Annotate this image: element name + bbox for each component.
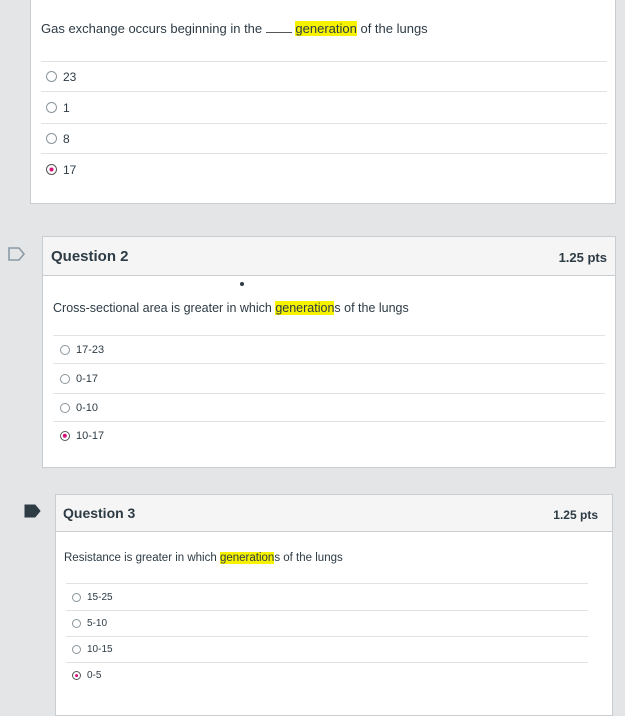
answer-option-0-10[interactable]: 0-10	[53, 393, 605, 421]
radio-button-selected[interactable]	[46, 164, 57, 175]
radio-button[interactable]	[46, 71, 57, 82]
answer-label: 8	[63, 131, 70, 146]
answer-label: 0-17	[76, 372, 99, 385]
highlighted-text: generation	[295, 21, 357, 36]
question-1-text: Gas exchange occurs beginning in the gen…	[41, 21, 428, 36]
answer-option-10-15[interactable]: 10-15	[66, 636, 588, 662]
answer-option-23[interactable]: 23	[41, 61, 607, 91]
question-title: Question 3	[63, 505, 136, 521]
fill-blank	[265, 32, 292, 33]
radio-button[interactable]	[72, 645, 81, 654]
question-title: Question 2	[51, 248, 129, 265]
flag-outline-icon[interactable]	[8, 247, 26, 261]
question-3-header	[56, 495, 612, 532]
answer-option-0-17[interactable]: 0-17	[53, 363, 605, 393]
question-3-card: Question 3 1.25 pts Resistance is greate…	[55, 494, 613, 716]
radio-button[interactable]	[46, 133, 57, 144]
answer-option-15-25[interactable]: 15-25	[66, 583, 588, 610]
highlighted-text: generation	[275, 301, 335, 315]
flag-filled-icon[interactable]	[24, 504, 42, 518]
question-3-text: Resistance is greater in which generatio…	[64, 552, 343, 564]
question-2-text: Cross-sectional area is greater in which…	[53, 301, 409, 315]
dot-mark	[240, 282, 244, 286]
answer-option-8[interactable]: 8	[41, 123, 607, 153]
question-2-card: Question 2 1.25 pts Cross-sectional area…	[42, 236, 616, 468]
answer-option-5-10[interactable]: 5-10	[66, 610, 588, 636]
radio-button[interactable]	[60, 402, 70, 413]
answer-option-10-17[interactable]: 10-17	[53, 421, 605, 449]
answer-label: 1	[63, 100, 70, 115]
question-2-header	[43, 237, 615, 276]
answer-label: 17	[63, 162, 77, 177]
answer-label: 15-25	[87, 591, 113, 603]
answer-label: 10-15	[87, 644, 113, 655]
answer-option-0-5[interactable]: 0-5	[66, 662, 588, 688]
radio-button[interactable]	[72, 619, 81, 628]
radio-button[interactable]	[60, 373, 70, 384]
answer-label: 0-10	[76, 401, 99, 414]
answer-label: 23	[63, 69, 77, 84]
radio-button-selected[interactable]	[60, 430, 70, 441]
question-1-card: Gas exchange occurs beginning in the gen…	[30, 0, 616, 204]
highlighted-text: generation	[219, 552, 275, 564]
answer-label: 5-10	[87, 618, 108, 629]
answer-label: 17-23	[76, 343, 105, 356]
question-points: 1.25 pts	[558, 250, 607, 265]
answer-option-17[interactable]: 17	[41, 153, 607, 185]
answer-label: 10-17	[76, 429, 105, 442]
radio-button[interactable]	[60, 344, 70, 355]
answer-option-1[interactable]: 1	[41, 91, 607, 123]
answer-label: 0-5	[87, 670, 102, 681]
radio-button[interactable]	[72, 592, 81, 602]
question-points: 1.25 pts	[553, 508, 598, 522]
answer-option-17-23[interactable]: 17-23	[53, 335, 605, 363]
radio-button-selected[interactable]	[72, 671, 81, 680]
radio-button[interactable]	[46, 102, 57, 113]
